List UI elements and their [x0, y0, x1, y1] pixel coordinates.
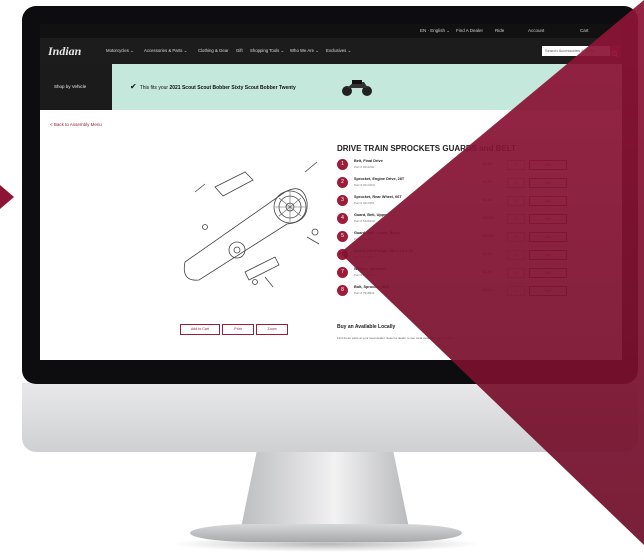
part-sku: Part # 3213160	[354, 183, 375, 187]
part-name[interactable]: Guard, Belt, Upper	[354, 213, 388, 217]
nav-item-motorcycles[interactable]: Motorcycles ⌄	[106, 48, 134, 54]
cart-link[interactable]: Cart	[580, 28, 589, 33]
part-number-badge: 8	[337, 285, 348, 296]
checkmark-icon: ✔	[130, 82, 137, 91]
nav-item-who-we-are[interactable]: Who We Are ⌄	[290, 48, 319, 54]
motorcycle-icon	[342, 80, 372, 96]
part-sku: Part # 5141640	[354, 219, 375, 223]
monitor-base	[190, 524, 462, 542]
part-number-badge: 1	[337, 159, 348, 170]
part-number-badge: 4	[337, 213, 348, 224]
shop-by-vehicle-button[interactable]: Shop by Vehicle	[40, 64, 112, 110]
brand-logo[interactable]: Indian	[48, 44, 81, 59]
belt-shape	[183, 188, 308, 281]
part-name[interactable]: Belt, Final Drive	[354, 159, 383, 163]
part-number-badge: 3	[337, 195, 348, 206]
part-number-badge: 2	[337, 177, 348, 188]
diagram-print-button[interactable]: Print	[222, 324, 254, 335]
part-number-badge: 7	[337, 267, 348, 278]
red-arrow-marker	[0, 185, 14, 209]
promo-composition: EN · English ⌄ Find A Dealer Ride Accoun…	[0, 0, 644, 560]
nav-item-accessories[interactable]: Accessories & Parts ⌄	[144, 48, 187, 54]
main-navigation: Indian Motorcycles ⌄ Accessories & Parts…	[40, 38, 622, 64]
parts-diagram[interactable]	[175, 132, 325, 312]
fit-vehicle-name: 2021 Scout Scout Bobber Sixty Scout Bobb…	[169, 85, 296, 91]
part-number-badge: 5	[337, 231, 348, 242]
buy-locally-title: Buy an Available Locally	[337, 324, 396, 330]
part-name[interactable]: Sprocket, Rear Wheel, 66T	[354, 195, 402, 199]
part-sku: Part # 7518931	[354, 291, 375, 295]
part-name[interactable]: Sprocket, Engine Drive, 28T	[354, 177, 404, 181]
diagram-zoom-button[interactable]: Zoom	[256, 324, 288, 335]
nav-item-exclusives[interactable]: Exclusives ⌄	[326, 48, 351, 54]
language-selector[interactable]: EN · English ⌄	[420, 28, 450, 34]
part-sku: Part # 3211200	[354, 165, 375, 169]
upper-guard	[214, 171, 254, 197]
lower-guard	[244, 256, 280, 281]
utility-bar: EN · English ⌄ Find A Dealer Ride Accoun…	[40, 24, 622, 38]
nav-item-gift[interactable]: Gift	[236, 48, 243, 53]
monitor-stand	[241, 452, 409, 526]
fit-prefix: This fits your	[139, 85, 169, 91]
account-link[interactable]: Account	[528, 28, 544, 33]
diagram-add-to-cart-button[interactable]: Add to Cart	[180, 324, 220, 335]
part-sku: Part # 3213151	[354, 201, 375, 205]
fit-message: ✔ This fits your 2021 Scout Scout Bobber …	[130, 82, 296, 91]
find-dealer-link[interactable]: Find A Dealer	[456, 28, 483, 33]
nav-item-clothing[interactable]: Clothing & Gear	[198, 48, 229, 53]
ride-link[interactable]: Ride	[495, 28, 504, 33]
back-to-assembly-link[interactable]: < Back to Assembly Menu	[50, 122, 102, 127]
nav-item-shopping-tools[interactable]: Shopping Tools ⌄	[250, 48, 284, 54]
